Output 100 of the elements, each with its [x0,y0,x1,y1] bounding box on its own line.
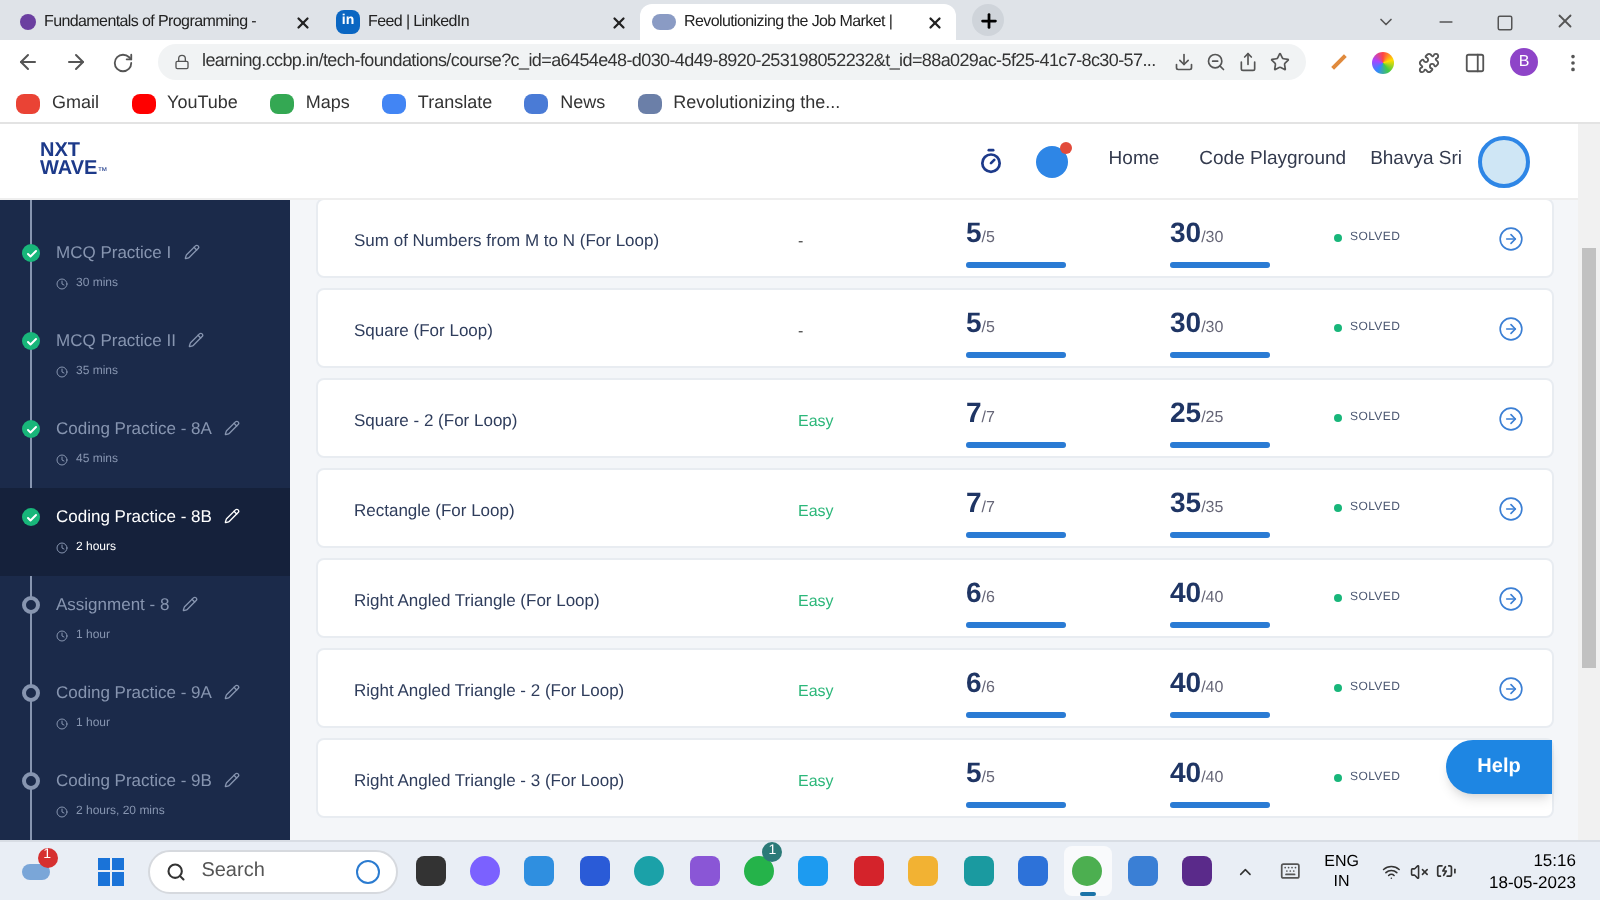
sidebar-item-title: Coding Practice - 9A [56,680,212,706]
arrow-right-icon[interactable] [1498,495,1524,521]
chat-icon[interactable] [1036,145,1069,177]
new-tab-button[interactable] [972,4,1004,36]
region-label[interactable]: IN [1333,871,1350,891]
question-title: Right Angled Triangle (For Loop) [354,590,600,610]
user-name: Bhavya Sri [1370,146,1462,175]
bookmark-link[interactable]: Revolutionizing the... [673,89,841,117]
forward-icon[interactable] [64,50,88,74]
windows-icon[interactable] [97,857,124,885]
side-panel-icon[interactable] [1464,51,1486,73]
clock-icon [56,718,68,731]
battery-icon[interactable] [1436,860,1457,882]
bookmark-link[interactable]: Maps [305,89,350,117]
app-icon[interactable] [1182,856,1213,886]
clock-icon [56,630,68,643]
lock-icon [174,54,190,70]
sidebar-item-title: MCQ Practice I [56,240,172,266]
clock-icon [56,366,68,379]
star-icon[interactable] [1270,52,1290,72]
clock-date[interactable]: 18-05-2023 [1488,871,1576,893]
question-title: Square (For Loop) [354,320,493,340]
nav-link[interactable]: Code Playground [1199,146,1347,176]
color-wheel-icon[interactable] [1372,51,1394,73]
back-icon[interactable] [16,50,40,74]
difficulty-label: Easy [798,772,834,790]
cloud-icon[interactable] [22,863,51,879]
sidebar-item-title: Coding Practice - 8A [56,416,212,442]
play-icon [131,93,156,113]
address-bar[interactable]: learning.ccbp.in/tech-foundations/course?c_id=a6454e48-d030-4d49-8920-253198052232&t_id=88a029ac-5f25-41c7-8c30-57... [158,44,1306,80]
bookmark-link[interactable]: Gmail [52,89,100,117]
user-avatar[interactable] [1478,135,1530,187]
bookmark-icon [524,93,549,113]
keyboard-icon[interactable] [1279,860,1301,882]
nav-link[interactable]: Home [1108,146,1160,176]
clock-time[interactable]: 15:16 [1533,849,1576,871]
close-icon[interactable] [926,13,944,31]
score-text: 5/5 [966,213,995,251]
active-indicator [1079,892,1096,896]
plus-icon [977,9,999,31]
search-icon [165,861,186,881]
close-icon[interactable] [294,13,312,31]
question-title: Square - 2 (For Loop) [354,410,518,430]
restore-icon[interactable] [1496,14,1514,32]
muted-speaker-icon[interactable] [1409,861,1429,881]
profile-avatar[interactable]: B [1510,48,1538,76]
bookmark-link[interactable]: Translate [417,89,493,117]
difficulty-label: Easy [798,682,834,700]
score-text: 7/7 [966,393,995,431]
score-text: 40/40 [1170,663,1224,701]
difficulty-label: Easy [798,412,834,430]
share-icon[interactable] [1238,52,1258,72]
sidebar-item-title: Coding Practice - 8B [56,504,212,530]
sidebar-item-title: MCQ Practice II [56,328,176,354]
close-icon[interactable] [610,13,628,31]
arrow-right-icon[interactable] [1498,405,1524,431]
pen-icon[interactable] [1331,54,1347,70]
score-text: 7/7 [966,483,995,521]
scrollbar[interactable] [1578,124,1600,840]
download-icon[interactable] [1174,52,1194,72]
score-text: 30/30 [1170,213,1224,251]
browser-tab[interactable]: Fundamentals of Programming - [8,4,324,40]
score-text: 40/40 [1170,573,1224,611]
wifi-icon[interactable] [1382,861,1402,881]
difficulty-label: - [798,232,804,250]
language-label[interactable]: ENG [1324,851,1359,871]
search-field[interactable]: Search [147,849,399,893]
bookmark-link[interactable]: News [560,89,606,117]
difficulty-label: - [798,322,804,340]
clock-icon [56,278,68,291]
sidebar-item-title: Coding Practice - 9B [56,768,212,794]
score-text: 6/6 [966,663,995,701]
question-title: Sum of Numbers from M to N (For Loop) [354,230,660,250]
score-text: 30/30 [1170,303,1224,341]
site-icon [652,14,676,30]
question-title: Right Angled Triangle - 2 (For Loop) [354,680,625,700]
clock-icon [56,542,68,555]
bookmark-icon [16,93,40,113]
score-text: 5/5 [966,753,995,791]
reload-icon[interactable] [112,51,134,73]
puzzle-icon[interactable] [1418,51,1440,73]
help-button[interactable]: Help [1446,740,1552,794]
arrow-right-icon[interactable] [1498,315,1524,341]
arrow-right-icon[interactable] [1498,225,1524,251]
bookmark-icon [381,93,406,113]
difficulty-label: Easy [798,502,834,520]
question-title: Right Angled Triangle - 3 (For Loop) [354,770,625,790]
stopwatch-icon[interactable] [978,148,1005,174]
score-text: 5/5 [966,303,995,341]
difficulty-label: Easy [798,592,834,610]
zoom-out-icon[interactable] [1206,52,1226,72]
arrow-right-icon[interactable] [1498,675,1524,701]
browser-tab[interactable]: Revolutionizing the Job Market | [640,4,956,40]
app-icon[interactable] [415,856,446,886]
score-text: 35/35 [1170,483,1224,521]
app-icon[interactable] [579,856,610,886]
bing-icon [356,859,381,883]
bookmark-icon [269,93,294,113]
arrow-right-icon[interactable] [1498,585,1524,611]
bookmark-link[interactable]: YouTube [167,89,238,117]
